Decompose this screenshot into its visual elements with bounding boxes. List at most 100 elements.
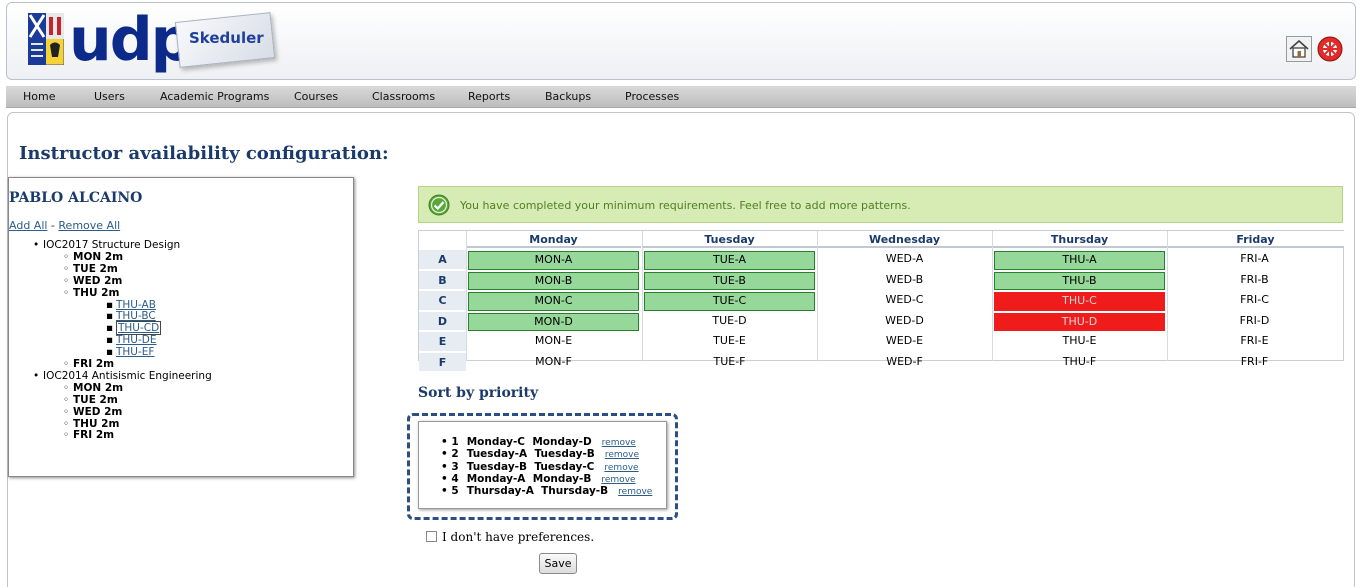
priority-bullet: • xyxy=(441,448,452,461)
tree-bullet: ◦ xyxy=(63,262,70,275)
tree-pattern[interactable]: ▪ THU-EF xyxy=(106,347,154,358)
tree-label[interactable]: THU-DE xyxy=(116,334,157,346)
slot-cell[interactable]: TUE-B xyxy=(644,271,815,290)
column-divider xyxy=(992,231,993,361)
slot-row-label: B xyxy=(419,270,466,290)
slot-cell[interactable]: FRI-D xyxy=(1169,313,1340,332)
slot-cell[interactable]: FRI-C xyxy=(1169,292,1340,311)
tree-bullet: ▪ xyxy=(106,310,114,323)
success-banner: You have completed your minimum requirem… xyxy=(418,186,1343,223)
priority-text: Thursday-A Thursday-B xyxy=(466,485,609,498)
priority-bullet: • xyxy=(441,485,452,498)
day-header: Wednesday xyxy=(817,231,992,248)
tree-bullet: • xyxy=(33,369,40,382)
nav-backups[interactable]: Backups xyxy=(545,90,591,103)
slot-cell[interactable]: WED-D xyxy=(819,313,990,332)
nav-reports[interactable]: Reports xyxy=(468,90,510,103)
priority-text: Monday-A Monday-B xyxy=(466,472,592,485)
tree-course: • IOC2014 Antisismic Engineering xyxy=(33,369,212,382)
tree-label[interactable]: THU-EF xyxy=(116,346,154,358)
save-button[interactable]: Save xyxy=(539,553,577,574)
tree-pattern[interactable]: ▪ THU-CD xyxy=(106,321,162,336)
availability-grid: Monday Tuesday Wednesday Thursday Friday A MON… xyxy=(418,230,1344,372)
slot-cell[interactable]: TUE-A xyxy=(644,251,815,270)
remove-priority-link[interactable]: remove xyxy=(618,487,652,497)
slot-cell[interactable]: THU-F xyxy=(994,354,1165,373)
priority-rank: 3 xyxy=(451,460,459,473)
tree-label: FRI 2m xyxy=(73,358,115,370)
slot-row-label: F xyxy=(419,352,466,372)
tree-pattern[interactable]: ▪ THU-DE xyxy=(106,335,157,346)
home-icon[interactable] xyxy=(1286,36,1312,62)
slot-cell[interactable]: TUE-C xyxy=(644,292,815,311)
slot-cell[interactable]: MON-B xyxy=(468,271,639,290)
no-preferences-checkbox[interactable] xyxy=(426,531,437,542)
slot-cell[interactable]: WED-E xyxy=(819,333,990,352)
priority-item: • 4 Monday-A Monday-B remove xyxy=(441,473,636,485)
nav-academic-programs[interactable]: Academic Programs xyxy=(160,90,269,103)
tree-bullet: ◦ xyxy=(63,417,70,430)
tree-label: MON 2m xyxy=(73,250,124,263)
nav-home[interactable]: Home xyxy=(23,90,55,103)
remove-priority-link[interactable]: remove xyxy=(602,438,636,448)
remove-priority-link[interactable]: remove xyxy=(601,475,635,485)
slot-cell[interactable]: WED-C xyxy=(819,292,990,311)
tree-pattern[interactable]: ▪ THU-AB xyxy=(106,299,156,311)
priority-bullet: • xyxy=(441,460,452,473)
priority-bullet: • xyxy=(441,472,452,485)
priority-text: Monday-C Monday-D xyxy=(466,436,592,448)
tree-label: MON 2m xyxy=(73,381,124,394)
sort-title: Sort by priority xyxy=(418,385,539,401)
header: udp Skeduler xyxy=(6,2,1356,80)
day-header: Monday xyxy=(466,231,641,248)
slot-cell[interactable]: FRI-B xyxy=(1169,272,1340,291)
slot-row-label: D xyxy=(419,311,466,331)
slot-cell[interactable]: WED-F xyxy=(819,354,990,373)
slot-cell[interactable]: FRI-F xyxy=(1169,354,1340,373)
tree-day: ◦ TUE 2m xyxy=(63,262,118,275)
day-header: Thursday xyxy=(992,231,1167,248)
banner-text: You have completed your minimum requirem… xyxy=(460,199,911,212)
priority-rank: 5 xyxy=(451,485,459,498)
tree-label: WED 2m xyxy=(73,405,123,418)
nav-courses[interactable]: Courses xyxy=(294,90,338,103)
slot-cell[interactable]: TUE-D xyxy=(644,313,815,332)
slot-cell[interactable]: WED-B xyxy=(819,272,990,291)
exit-icon[interactable] xyxy=(1317,36,1343,62)
tree-bullet: ◦ xyxy=(63,429,70,442)
slot-cell[interactable]: FRI-E xyxy=(1169,333,1340,352)
slot-cell[interactable]: TUE-F xyxy=(644,354,815,373)
remove-priority-link[interactable]: remove xyxy=(604,463,638,473)
slot-cell[interactable]: FRI-A xyxy=(1169,251,1340,270)
slot-cell[interactable]: MON-F xyxy=(468,354,639,373)
tree-label[interactable]: THU-AB xyxy=(116,299,156,311)
slot-cell[interactable]: TUE-E xyxy=(644,333,815,352)
no-preferences-row: I don't have preferences. xyxy=(426,530,594,544)
slot-cell[interactable]: THU-C xyxy=(994,292,1165,311)
column-divider xyxy=(1167,231,1168,361)
nav-processes[interactable]: Processes xyxy=(625,90,679,103)
tree-bullet: ▪ xyxy=(106,322,114,335)
link-separator: - xyxy=(47,219,59,232)
instructor-tree-panel: PABLO ALCAINO Add All - Remove All • IOC2… xyxy=(8,177,354,477)
priority-item: • 3 Tuesday-B Tuesday-C remove xyxy=(441,461,639,473)
slot-cell[interactable]: MON-D xyxy=(468,312,639,331)
slot-cell[interactable]: THU-A xyxy=(994,251,1165,270)
nav-users[interactable]: Users xyxy=(94,90,125,103)
day-header: Tuesday xyxy=(642,231,817,248)
slot-cell[interactable]: MON-E xyxy=(468,333,639,352)
add-all-link[interactable]: Add All xyxy=(9,219,47,232)
nav-classrooms[interactable]: Classrooms xyxy=(372,90,435,103)
slot-cell[interactable]: THU-B xyxy=(994,271,1165,290)
slot-cell[interactable]: WED-A xyxy=(819,251,990,270)
column-divider xyxy=(642,231,643,361)
remove-priority-link[interactable]: remove xyxy=(605,450,639,460)
slot-cell[interactable]: MON-C xyxy=(468,292,639,311)
slot-cell[interactable]: MON-A xyxy=(468,251,639,270)
slot-cell[interactable]: THU-D xyxy=(994,312,1165,331)
column-divider xyxy=(466,231,467,361)
remove-all-link[interactable]: Remove All xyxy=(58,219,120,232)
tree-label[interactable]: THU-CD xyxy=(116,321,162,336)
slot-cell[interactable]: THU-E xyxy=(994,333,1165,352)
tree-bullet: ◦ xyxy=(63,274,70,287)
